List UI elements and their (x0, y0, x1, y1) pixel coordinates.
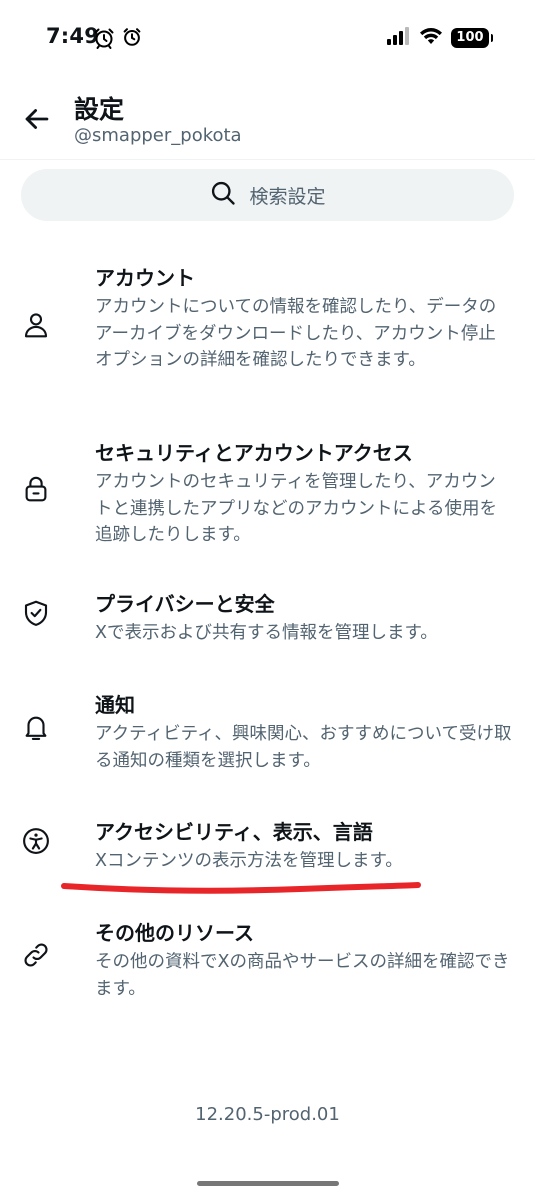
person-icon (21, 310, 51, 340)
lock-icon (21, 474, 51, 504)
settings-item-title: アクセシビリティ、表示、言語 (95, 820, 373, 844)
wifi-icon (419, 27, 443, 49)
page-title: 設定 (74, 95, 125, 124)
settings-item-title: プライバシーと安全 (95, 592, 275, 616)
settings-item-notifications[interactable]: 通知 アクティビティ、興味関心、おすすめについて受け取る通知の種類を選択します。 (0, 689, 535, 774)
settings-item-description: Xで表示および共有する情報を管理します。 (95, 623, 438, 643)
header: 設定 @smapper_pokota (0, 76, 535, 160)
settings-item-description: アカウントについての情報を確認したり、データのアーカイブをダウンロードしたり、ア… (95, 297, 497, 370)
shield-check-icon (21, 598, 51, 628)
accessibility-icon (21, 826, 51, 856)
app-version: 12.20.5-prod.01 (195, 1104, 340, 1125)
arrow-left-icon (25, 109, 49, 129)
red-underline-annotation (61, 882, 421, 894)
status-bar: 7:49 100 (0, 0, 535, 76)
link-icon (21, 940, 51, 970)
settings-item-title: その他のリソース (95, 921, 254, 945)
alarm-clock-icon (92, 26, 116, 50)
status-indicators: 100 (387, 27, 493, 49)
search-icon (209, 179, 237, 211)
settings-item-description: アクティビティ、興味関心、おすすめについて受け取る通知の種類を選択します。 (95, 724, 512, 771)
bell-icon (21, 712, 51, 742)
settings-item-title: 通知 (95, 693, 135, 717)
settings-item-accessibility[interactable]: アクセシビリティ、表示、言語 Xコンテンツの表示方法を管理します。 (0, 816, 535, 876)
settings-item-account[interactable]: アカウント アカウントについての情報を確認したり、データのアーカイブをダウンロー… (0, 262, 535, 392)
settings-item-title: セキュリティとアカウントアクセス (95, 441, 413, 465)
search-placeholder: 検索設定 (249, 185, 326, 208)
settings-item-security[interactable]: セキュリティとアカウントアクセス アカウントのセキュリティを管理したり、アカウン… (0, 437, 535, 547)
alarm-icon (121, 26, 145, 50)
settings-item-privacy[interactable]: プライバシーと安全 Xで表示および共有する情報を管理します。 (0, 588, 535, 648)
cellular-signal-icon (387, 27, 411, 49)
back-button[interactable] (20, 102, 54, 136)
settings-item-title: アカウント (95, 266, 195, 290)
search-settings-input[interactable]: 検索設定 (21, 169, 514, 221)
account-username: @smapper_pokota (74, 125, 242, 146)
settings-item-description: その他の資料でXの商品やサービスの詳細を確認できます。 (95, 952, 510, 999)
battery-indicator: 100 (451, 28, 493, 48)
settings-item-description: Xコンテンツの表示方法を管理します。 (95, 851, 403, 871)
home-indicator[interactable] (197, 1181, 339, 1186)
settings-item-additional-resources[interactable]: その他のリソース その他の資料でXの商品やサービスの詳細を確認できます。 (0, 917, 535, 1002)
settings-item-description: アカウントのセキュリティを管理したり、アカウントと連携したアプリなどのアカウント… (95, 472, 497, 545)
